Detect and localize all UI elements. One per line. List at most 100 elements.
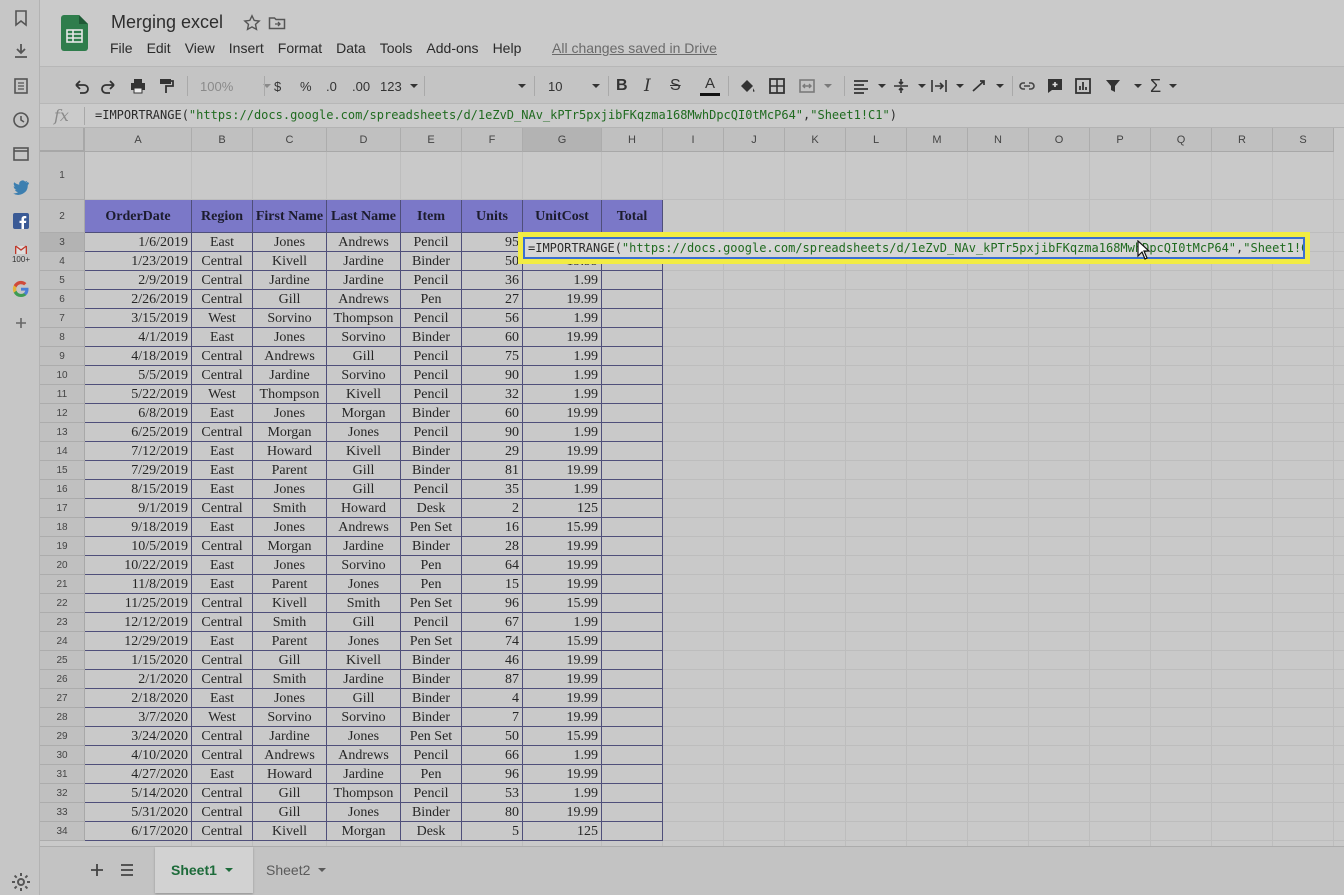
table-cell[interactable]: 87 [462,670,523,689]
table-cell[interactable]: 1.99 [523,385,602,404]
column-header-k[interactable]: K [785,128,846,152]
table-cell[interactable]: Pencil [401,366,462,385]
percent-format-button[interactable]: % [300,75,312,97]
table-cell[interactable]: Thompson [253,385,327,404]
currency-format-button[interactable]: $ [274,75,281,97]
table-cell[interactable]: 7/29/2019 [85,461,192,480]
add-sheet-icon[interactable] [88,861,106,879]
decrease-decimal-button[interactable]: .0 [326,75,337,97]
google-icon[interactable] [11,279,31,299]
table-cell[interactable]: 64 [462,556,523,575]
table-cell[interactable]: 19.99 [523,575,602,594]
insert-link-icon[interactable] [1018,75,1036,97]
table-cell[interactable] [602,689,663,708]
formula-input[interactable]: =IMPORTRANGE("https://docs.google.com/sp… [95,108,897,122]
table-cell[interactable]: Gill [327,480,401,499]
undo-icon[interactable] [72,75,90,97]
table-cell[interactable]: 74 [462,632,523,651]
header-cell[interactable]: Units [462,200,523,233]
row-header-21[interactable]: 21 [40,575,85,594]
table-cell[interactable]: Binder [401,461,462,480]
table-cell[interactable] [602,594,663,613]
row-header-5[interactable]: 5 [40,271,85,290]
table-cell[interactable]: 4/10/2020 [85,746,192,765]
table-cell[interactable]: Desk [401,822,462,841]
table-cell[interactable]: 1.99 [523,366,602,385]
strikethrough-icon[interactable]: S [670,75,681,97]
column-header-b[interactable]: B [192,128,253,152]
table-cell[interactable]: 6/17/2020 [85,822,192,841]
table-cell[interactable]: Pencil [401,746,462,765]
table-cell[interactable]: Binder [401,537,462,556]
table-cell[interactable]: Gill [253,803,327,822]
table-cell[interactable]: East [192,632,253,651]
table-cell[interactable]: Jardine [253,727,327,746]
table-cell[interactable]: 2/9/2019 [85,271,192,290]
table-cell[interactable]: Andrews [327,233,401,252]
table-cell[interactable]: Gill [327,689,401,708]
table-cell[interactable]: 16 [462,518,523,537]
table-cell[interactable]: 12/12/2019 [85,613,192,632]
sheet-tab-sheet2[interactable]: Sheet2 [254,847,344,893]
table-cell[interactable]: Pen [401,556,462,575]
table-cell[interactable]: 4/18/2019 [85,347,192,366]
table-cell[interactable]: Thompson [327,784,401,803]
table-cell[interactable]: Central [192,252,253,271]
table-cell[interactable]: Central [192,423,253,442]
table-cell[interactable]: 60 [462,404,523,423]
table-cell[interactable]: Andrews [253,347,327,366]
row-header-3[interactable]: 3 [40,233,85,252]
table-cell[interactable] [602,537,663,556]
table-cell[interactable]: 15.99 [523,518,602,537]
table-cell[interactable]: 75 [462,347,523,366]
table-cell[interactable]: 11/8/2019 [85,575,192,594]
column-header-m[interactable]: M [907,128,968,152]
table-cell[interactable]: Jardine [327,252,401,271]
table-cell[interactable]: East [192,575,253,594]
table-cell[interactable] [602,746,663,765]
row-header-23[interactable]: 23 [40,613,85,632]
row-header-1[interactable]: 1 [40,152,85,200]
cell-formula-editor[interactable]: =IMPORTRANGE("https://docs.google.com/sp… [518,232,1310,264]
table-cell[interactable] [602,651,663,670]
table-cell[interactable]: West [192,708,253,727]
table-cell[interactable]: Central [192,746,253,765]
table-cell[interactable]: Howard [253,765,327,784]
sheets-logo-icon[interactable] [61,15,88,51]
table-cell[interactable]: Central [192,651,253,670]
row-header-31[interactable]: 31 [40,765,85,784]
table-cell[interactable]: Sorvino [327,366,401,385]
table-cell[interactable]: 19.99 [523,328,602,347]
row-header-16[interactable]: 16 [40,480,85,499]
table-cell[interactable]: 56 [462,309,523,328]
table-cell[interactable]: 1.99 [523,746,602,765]
table-cell[interactable]: Pen [401,290,462,309]
horizontal-align-icon[interactable] [852,75,886,97]
table-cell[interactable]: Central [192,537,253,556]
gmail-icon[interactable]: 100+ [11,244,31,264]
text-wrap-icon[interactable] [930,75,964,97]
table-cell[interactable]: 4/1/2019 [85,328,192,347]
table-cell[interactable] [602,347,663,366]
table-cell[interactable]: Desk [401,499,462,518]
table-cell[interactable]: Jones [253,404,327,423]
row-header-14[interactable]: 14 [40,442,85,461]
table-cell[interactable] [602,784,663,803]
column-header-l[interactable]: L [846,128,907,152]
table-cell[interactable]: 29 [462,442,523,461]
text-color-icon[interactable]: A [700,75,720,97]
table-cell[interactable]: Smith [253,613,327,632]
column-header-c[interactable]: C [253,128,327,152]
table-cell[interactable]: 35 [462,480,523,499]
column-header-h[interactable]: H [602,128,663,152]
table-cell[interactable]: Morgan [253,537,327,556]
fill-color-icon[interactable] [738,75,756,97]
row-header-6[interactable]: 6 [40,290,85,309]
table-cell[interactable]: 60 [462,328,523,347]
table-cell[interactable]: 2/1/2020 [85,670,192,689]
twitter-icon[interactable] [11,177,31,197]
table-cell[interactable]: Sorvino [327,556,401,575]
facebook-icon[interactable] [11,211,31,231]
table-cell[interactable]: 19.99 [523,708,602,727]
table-cell[interactable]: 19.99 [523,765,602,784]
